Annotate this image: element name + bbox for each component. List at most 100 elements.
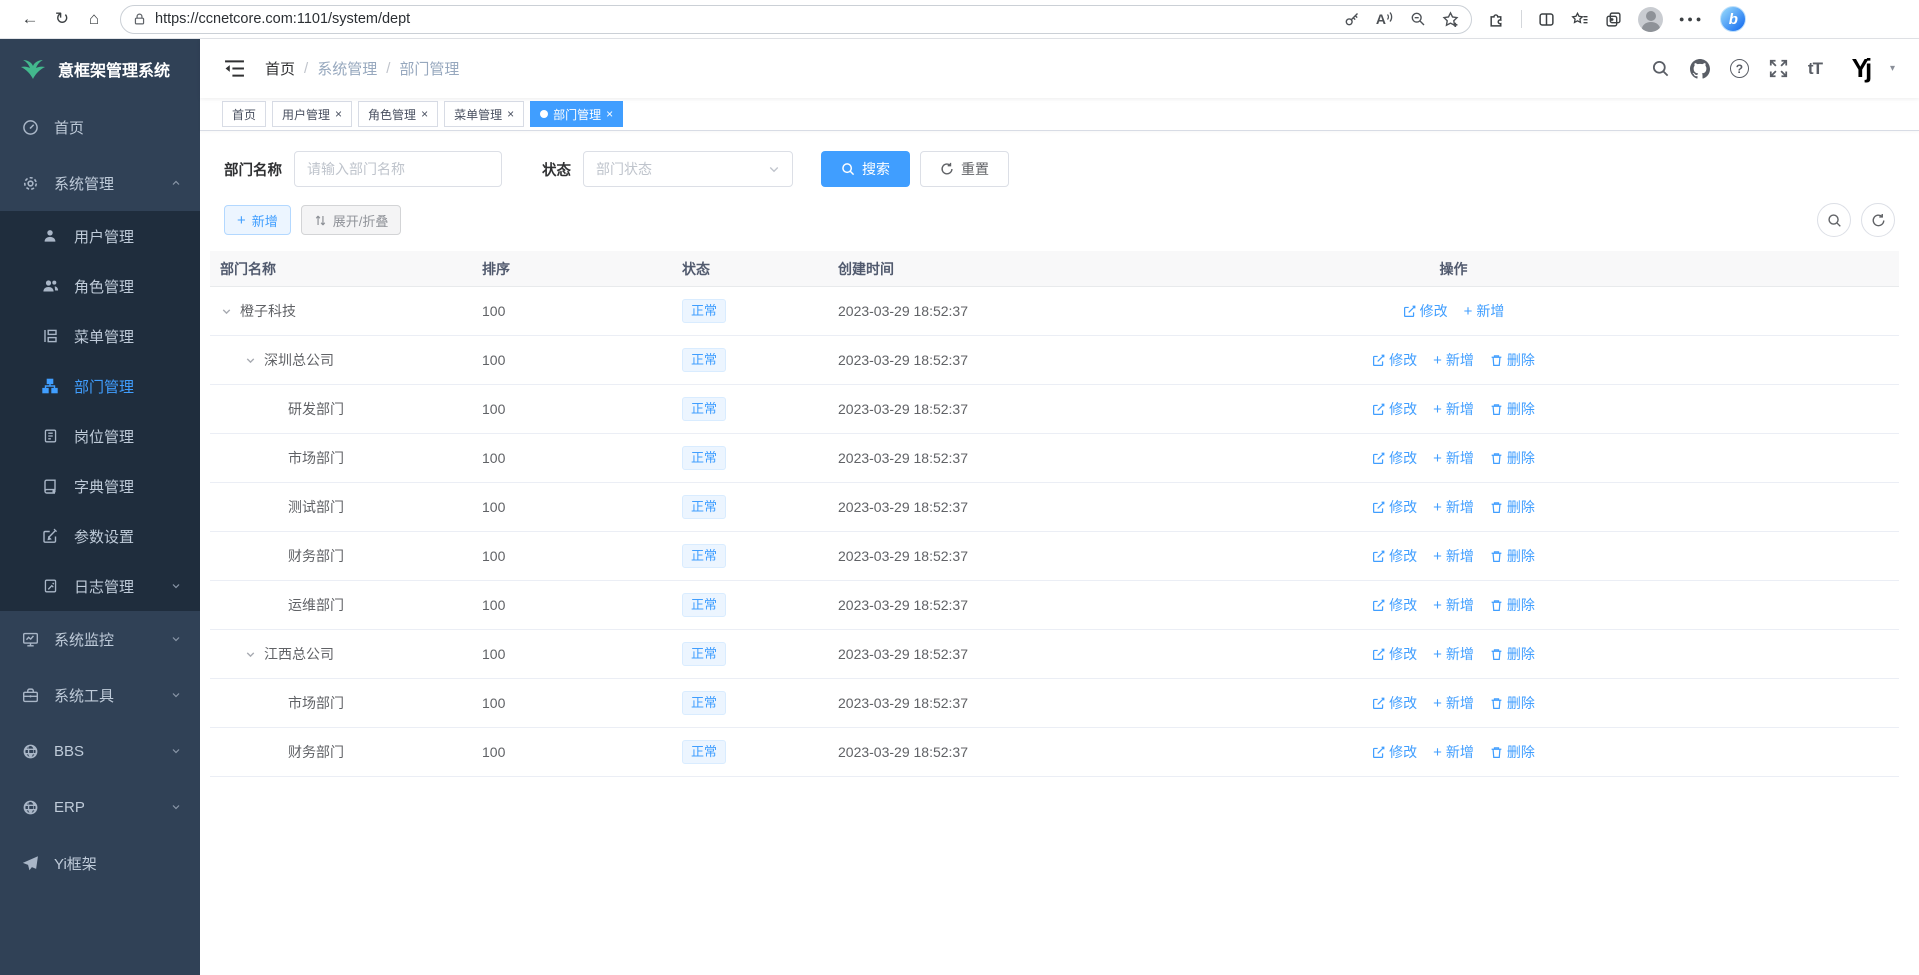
dept-name-input[interactable]	[294, 151, 502, 187]
zoom-out-icon[interactable]	[1410, 11, 1426, 27]
delete-link[interactable]: 删除	[1490, 546, 1535, 566]
sidebar-item-dept-mgmt[interactable]: 部门管理	[0, 361, 200, 411]
back-icon[interactable]: ←	[14, 4, 46, 34]
delete-link[interactable]: 删除	[1490, 399, 1535, 419]
app-logo[interactable]: 意框架管理系统	[0, 39, 200, 99]
edit-link[interactable]: 修改	[1372, 742, 1417, 762]
bing-copilot-icon[interactable]: b	[1720, 6, 1746, 32]
sidebar-item-label: ERP	[54, 799, 85, 816]
close-icon[interactable]: ×	[507, 108, 514, 120]
extensions-icon[interactable]	[1488, 11, 1505, 28]
close-icon[interactable]: ×	[421, 108, 428, 120]
close-icon[interactable]: ×	[606, 108, 613, 120]
close-icon[interactable]: ×	[335, 108, 342, 120]
sidebar-item-home[interactable]: 首页	[0, 99, 200, 155]
read-aloud-icon[interactable]: A	[1376, 11, 1394, 27]
breadcrumb-home[interactable]: 首页	[265, 58, 295, 79]
address-bar[interactable]: https://ccnetcore.com:1101/system/dept A	[120, 5, 1472, 34]
chevron-down-icon	[170, 580, 182, 592]
sidebar-item-log-mgmt[interactable]: 日志管理	[0, 561, 200, 611]
show-search-button[interactable]	[1817, 203, 1851, 237]
caret-expanded-icon[interactable]	[220, 305, 233, 318]
edit-link[interactable]: 修改	[1372, 644, 1417, 664]
sidebar-item-post-mgmt[interactable]: 岗位管理	[0, 411, 200, 461]
add-child-link[interactable]: +新增	[1433, 644, 1474, 664]
caret-expanded-icon[interactable]	[244, 354, 257, 367]
sidebar-item-erp[interactable]: ERP	[0, 779, 200, 835]
tab-dept-mgmt[interactable]: 部门管理 ×	[530, 101, 623, 127]
add-child-link[interactable]: +新增	[1433, 497, 1474, 517]
delete-link[interactable]: 删除	[1490, 742, 1535, 762]
profile-avatar[interactable]	[1638, 7, 1663, 32]
edit-label: 修改	[1389, 742, 1417, 762]
edit-link[interactable]: 修改	[1403, 301, 1448, 321]
github-icon[interactable]	[1690, 59, 1710, 79]
home-icon[interactable]: ⌂	[78, 4, 110, 34]
add-child-link[interactable]: +新增	[1433, 399, 1474, 419]
search-button[interactable]: 搜索	[821, 151, 910, 187]
add-child-link[interactable]: +新增	[1433, 546, 1474, 566]
user-avatar[interactable]: Yj	[1842, 51, 1878, 87]
delete-link[interactable]: 删除	[1490, 595, 1535, 615]
favorites-bar-icon[interactable]	[1571, 11, 1589, 28]
edit-link[interactable]: 修改	[1372, 399, 1417, 419]
font-size-icon[interactable]: tT	[1808, 59, 1822, 79]
delete-link[interactable]: 删除	[1490, 497, 1535, 517]
add-child-link[interactable]: +新增	[1464, 301, 1505, 321]
edit-link[interactable]: 修改	[1372, 595, 1417, 615]
caret-expanded-icon[interactable]	[244, 648, 257, 661]
tab-actions-icon[interactable]	[1605, 11, 1622, 28]
add-child-link[interactable]: +新增	[1433, 350, 1474, 370]
edit-link[interactable]: 修改	[1372, 497, 1417, 517]
sidebar-collapse-icon[interactable]	[224, 59, 245, 78]
delete-link[interactable]: 删除	[1490, 693, 1535, 713]
refresh-table-button[interactable]	[1861, 203, 1895, 237]
delete-link[interactable]: 删除	[1490, 644, 1535, 664]
add-child-link[interactable]: +新增	[1433, 742, 1474, 762]
favorite-add-icon[interactable]	[1442, 11, 1459, 28]
monitor-icon	[20, 631, 40, 648]
sidebar-item-yi-framework[interactable]: Yi框架	[0, 835, 200, 891]
add-button[interactable]: + 新增	[224, 205, 291, 235]
tab-menu-mgmt[interactable]: 菜单管理 ×	[444, 101, 524, 127]
help-icon[interactable]: ?	[1730, 59, 1749, 78]
dept-created: 2023-03-29 18:52:37	[838, 744, 1008, 760]
avatar-caret-icon[interactable]: ▾	[1890, 63, 1895, 74]
status-select[interactable]: 部门状态	[583, 151, 793, 187]
add-child-link[interactable]: +新增	[1433, 448, 1474, 468]
lock-icon	[133, 12, 146, 26]
fullscreen-icon[interactable]	[1769, 59, 1788, 78]
browser-chrome: ← ↻ ⌂ https://ccnetcore.com:1101/system/…	[0, 0, 1919, 39]
edit-link[interactable]: 修改	[1372, 448, 1417, 468]
reset-button[interactable]: 重置	[920, 151, 1009, 187]
delete-link[interactable]: 删除	[1490, 448, 1535, 468]
more-options-icon[interactable]: ●●●	[1679, 14, 1704, 24]
tab-role-mgmt[interactable]: 角色管理 ×	[358, 101, 438, 127]
edit-link[interactable]: 修改	[1372, 693, 1417, 713]
add-child-link[interactable]: +新增	[1433, 595, 1474, 615]
edit-link[interactable]: 修改	[1372, 350, 1417, 370]
tab-user-mgmt[interactable]: 用户管理 ×	[272, 101, 352, 127]
sidebar-item-dict-mgmt[interactable]: 字典管理	[0, 461, 200, 511]
refresh-icon[interactable]: ↻	[46, 4, 78, 34]
sidebar-item-monitor[interactable]: 系统监控	[0, 611, 200, 667]
delete-link[interactable]: 删除	[1490, 350, 1535, 370]
expand-collapse-button[interactable]: 展开/折叠	[301, 205, 402, 235]
sidebar-item-user-mgmt[interactable]: 用户管理	[0, 211, 200, 261]
split-screen-icon[interactable]	[1538, 11, 1555, 28]
add-child-link[interactable]: +新增	[1433, 693, 1474, 713]
users-icon	[40, 278, 60, 294]
sidebar-item-bbs[interactable]: BBS	[0, 723, 200, 779]
sort-arrows-icon	[314, 214, 327, 227]
password-key-icon[interactable]	[1344, 11, 1360, 27]
sidebar-item-tools[interactable]: 系统工具	[0, 667, 200, 723]
tab-home[interactable]: 首页	[222, 101, 266, 127]
breadcrumb-system[interactable]: 系统管理	[317, 58, 377, 79]
sidebar-item-system[interactable]: 系统管理	[0, 155, 200, 211]
search-icon[interactable]	[1651, 59, 1670, 78]
sidebar-item-role-mgmt[interactable]: 角色管理	[0, 261, 200, 311]
edit-link[interactable]: 修改	[1372, 546, 1417, 566]
url-text[interactable]: https://ccnetcore.com:1101/system/dept	[155, 11, 410, 27]
sidebar-item-params[interactable]: 参数设置	[0, 511, 200, 561]
sidebar-item-menu-mgmt[interactable]: 菜单管理	[0, 311, 200, 361]
